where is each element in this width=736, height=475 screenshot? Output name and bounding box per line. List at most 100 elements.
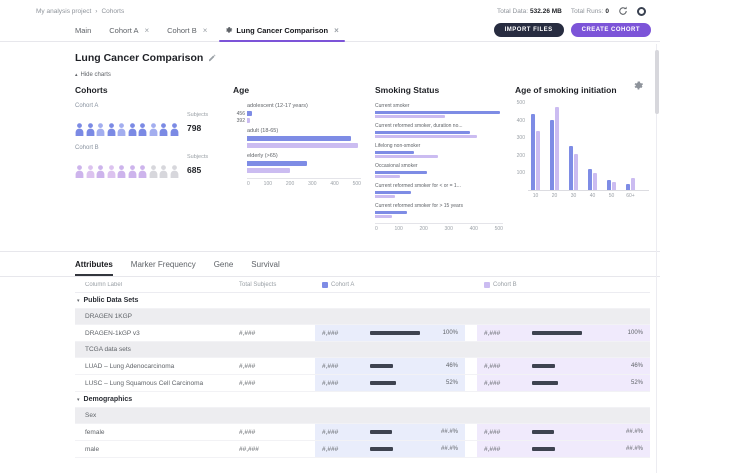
person-icon <box>86 123 95 136</box>
chart-category-group <box>550 107 559 190</box>
scrollbar-thumb[interactable] <box>655 50 659 114</box>
close-icon[interactable]: × <box>144 26 149 35</box>
chart-bar-row: 456 <box>247 111 361 116</box>
person-icon <box>128 123 137 136</box>
cell-value: #,### <box>322 330 366 337</box>
chart-category-group <box>531 114 540 190</box>
chart-bar-cohort-b <box>247 168 290 173</box>
total-runs-value: 0 <box>605 8 609 15</box>
table-row: male##,####,#####.#%#,#####.#% <box>75 441 650 458</box>
legend-label: Cohort B <box>493 282 517 288</box>
tab-marker-frequency[interactable]: Marker Frequency <box>131 260 196 276</box>
breadcrumb: My analysis project › Cohorts <box>36 8 124 15</box>
chart-settings-gear-icon[interactable] <box>633 78 644 96</box>
cell-bar <box>532 331 582 335</box>
breadcrumb-project[interactable]: My analysis project <box>36 8 91 15</box>
chart-category-group: adult (18-65) <box>247 128 361 148</box>
cohort-a-summary: Cohort A Subjects 798 <box>75 103 219 136</box>
total-runs-label: Total Runs: <box>571 8 604 15</box>
axis-tick-label: 0 <box>247 181 250 187</box>
row-label: female <box>75 424 239 440</box>
close-icon[interactable]: × <box>334 26 339 35</box>
collapse-caret-icon[interactable]: ▾ <box>77 298 80 304</box>
total-data-value: 532.26 MB <box>530 8 562 15</box>
cell-bar <box>532 430 554 434</box>
refresh-icon[interactable] <box>618 6 628 16</box>
chart-bar-cohort-a <box>375 151 414 154</box>
chart-bar-cohort-b <box>375 155 438 158</box>
breadcrumb-cohorts[interactable]: Cohorts <box>101 8 124 15</box>
table-section-row[interactable]: ▾Public Data Sets <box>75 293 650 309</box>
chart-bar-row <box>375 111 503 114</box>
total-data-stat: Total Data:532.26 MB <box>497 8 562 15</box>
tab-lung-cancer-comparison[interactable]: Lung Cancer Comparison × <box>216 19 347 41</box>
cell-value: #,### <box>484 446 528 453</box>
row-total-subjects: #,### <box>239 375 315 391</box>
chart-bar-cohort-b <box>574 154 578 190</box>
cell-bar-track <box>532 364 582 368</box>
axis-tick-label: 500 <box>495 226 503 232</box>
hide-charts-toggle[interactable]: ▴ Hide charts <box>75 72 111 78</box>
vertical-scrollbar[interactable] <box>654 44 659 473</box>
row-total-subjects: #,### <box>239 424 315 440</box>
close-icon[interactable]: × <box>203 26 208 35</box>
chart-bar-cohort-b <box>375 215 392 218</box>
tab-cohort-a[interactable]: Cohort A × <box>100 19 158 41</box>
chart-bar-row <box>375 155 503 158</box>
create-cohort-button[interactable]: CREATE COHORT <box>571 23 651 37</box>
chart-category-group <box>607 180 616 190</box>
import-files-button[interactable]: IMPORT FILES <box>494 23 564 37</box>
total-subjects-header: Total Subjects <box>239 282 315 288</box>
collapse-caret-icon[interactable]: ▾ <box>77 397 80 403</box>
chart-bar-row <box>375 135 503 138</box>
legend-label: Cohort A <box>331 282 354 288</box>
chart-bar-cohort-a <box>550 120 554 190</box>
person-icon <box>138 165 147 178</box>
age-chart-panel: Age adolescent (12-17 years)456392adult … <box>233 85 375 251</box>
cell-bar-track <box>370 364 420 368</box>
table-subheader-row: Sex <box>75 408 650 424</box>
chart-bar-cohort-b <box>375 175 400 178</box>
chevron-right-icon: › <box>95 8 97 15</box>
tab-main[interactable]: Main <box>66 19 100 41</box>
cohort-b-legend: Cohort B <box>477 282 650 288</box>
chart-bar-row <box>247 168 361 173</box>
axis-tick-label: 200 <box>286 181 294 187</box>
chart-category-group: Current reformed smoker for < or = 1... <box>375 183 503 198</box>
chart-bar-cohort-a <box>375 171 427 174</box>
chart-bar-cohort-a <box>375 131 470 134</box>
cell-percent: ##.#% <box>441 429 458 435</box>
axis-tick-label: 200 <box>517 153 525 159</box>
cohort-b-cell: #,#####.#% <box>477 441 650 457</box>
cell-value: #,### <box>484 363 528 370</box>
panel-title: Cohorts <box>75 85 219 95</box>
cell-bar-track <box>370 430 420 434</box>
chart-bar-row <box>375 115 503 118</box>
table-row: DRAGEN-1kGP v3#,####,###100%#,###100% <box>75 325 650 342</box>
cell-value: #,### <box>322 380 366 387</box>
row-total-subjects: #,### <box>239 325 315 341</box>
table-section-row[interactable]: ▾Demographics <box>75 392 650 408</box>
total-data-label: Total Data: <box>497 8 528 15</box>
chart-category-group <box>588 169 597 190</box>
subsection-title: TCGA data sets <box>75 346 650 353</box>
tab-attributes[interactable]: Attributes <box>75 260 113 276</box>
chart-bar-row <box>375 131 503 134</box>
chart-bar-cohort-a <box>588 169 592 190</box>
tab-cohort-b[interactable]: Cohort B × <box>158 19 216 41</box>
cell-percent: 52% <box>446 380 458 386</box>
account-ring-icon[interactable] <box>637 7 646 16</box>
attributes-table: Column Label Total Subjects Cohort A Coh… <box>75 277 650 458</box>
axis-tick-label: 400 <box>517 118 525 124</box>
initiation-chart-y-axis: 500400300200100 <box>515 103 528 191</box>
subjects-value: 685 <box>187 165 201 175</box>
tab-survival[interactable]: Survival <box>251 260 279 276</box>
chart-bar-cohort-a <box>375 111 500 114</box>
chart-bar-cohort-b <box>555 107 559 190</box>
caret-up-icon: ▴ <box>75 72 78 78</box>
gear-icon <box>225 26 233 34</box>
tab-gene[interactable]: Gene <box>214 260 234 276</box>
cohort-a-people-icons <box>75 123 187 136</box>
edit-pencil-icon[interactable] <box>208 49 216 67</box>
chart-bar-row <box>375 175 503 178</box>
